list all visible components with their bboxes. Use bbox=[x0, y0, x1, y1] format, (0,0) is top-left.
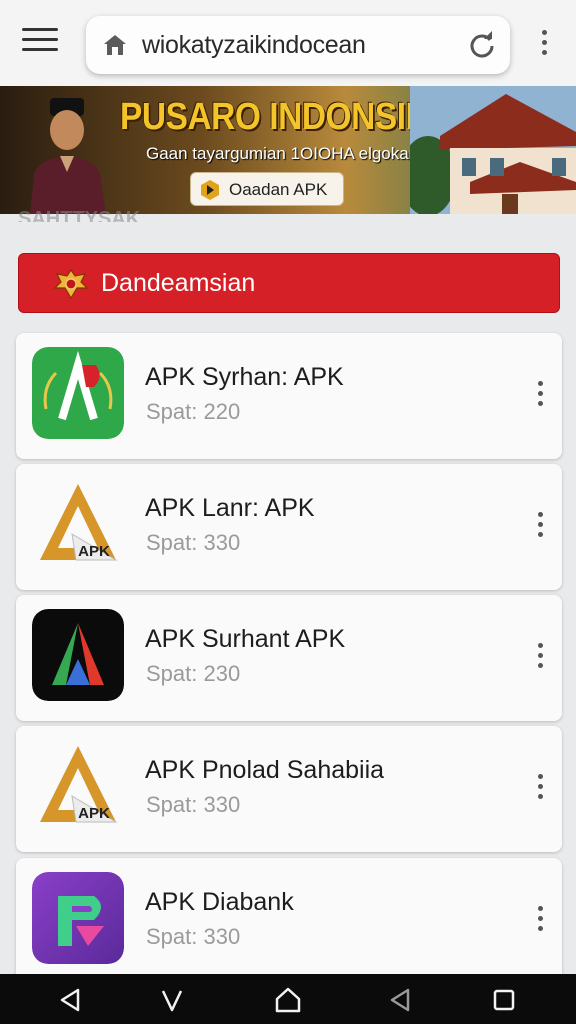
home-icon[interactable] bbox=[274, 986, 302, 1014]
recents-icon[interactable] bbox=[490, 986, 518, 1014]
download-apk-label: Oaadan APK bbox=[229, 180, 328, 199]
gold-triangle-apk-icon: APK bbox=[32, 478, 124, 570]
more-vertical-icon[interactable] bbox=[532, 774, 548, 802]
app-card-2[interactable]: APK APK Lanr: APK Spat: 330 bbox=[16, 464, 562, 590]
url-text[interactable]: wiokatyzaikindocean bbox=[142, 31, 366, 60]
download-badge-icon bbox=[201, 180, 219, 200]
download-apk-button[interactable]: Oaadan APK bbox=[190, 172, 344, 206]
more-vertical-icon[interactable] bbox=[532, 512, 548, 540]
app-name: APK Lanr: APK bbox=[145, 494, 315, 522]
system-nav-bar bbox=[0, 974, 576, 1024]
app-card-3[interactable]: APK Surhant APK Spat: 230 bbox=[16, 595, 562, 721]
app-meta: Spat: 330 bbox=[146, 530, 241, 555]
app-card-5[interactable]: APK Diabank Spat: 330 bbox=[16, 858, 562, 984]
category-header[interactable]: Dandeamsian bbox=[18, 253, 560, 313]
app-name: APK Pnolad Sahabiia bbox=[145, 756, 385, 784]
apk-badge: APK bbox=[78, 543, 110, 560]
house-image bbox=[410, 86, 576, 214]
app-name: APK Diabank bbox=[145, 888, 294, 916]
app-name: APK Syrhan: APK bbox=[145, 363, 344, 391]
gold-triangle-apk-icon: APK bbox=[32, 740, 124, 832]
app-meta: Spat: 230 bbox=[146, 661, 241, 686]
green-a-app-icon bbox=[32, 347, 124, 439]
app-meta: Spat: 330 bbox=[146, 924, 241, 949]
address-bar[interactable]: wiokatyzaikindocean bbox=[86, 16, 510, 74]
app-meta: Spat: 330 bbox=[146, 792, 241, 817]
promo-banner[interactable]: PUSARO INDONSIIN Gaan tayargumian 1OIOHA… bbox=[0, 86, 576, 214]
category-label: Dandeamsian bbox=[101, 269, 256, 297]
garuda-emblem-icon bbox=[53, 268, 89, 300]
black-a-app-icon bbox=[32, 609, 124, 701]
home-icon[interactable] bbox=[102, 33, 128, 57]
section-heading: SAHTTYSAK bbox=[18, 208, 141, 222]
more-vertical-icon[interactable] bbox=[536, 30, 552, 58]
app-card-1[interactable]: APK Syrhan: APK Spat: 220 bbox=[16, 333, 562, 459]
down-icon[interactable] bbox=[158, 986, 186, 1014]
apk-badge: APK bbox=[78, 805, 110, 822]
back-icon[interactable] bbox=[56, 986, 84, 1014]
banner-subtitle: Gaan tayargumian 1OIOHA elgokare: bbox=[146, 144, 429, 163]
hamburger-icon[interactable] bbox=[22, 28, 58, 58]
person-image bbox=[30, 98, 106, 214]
purple-p-app-icon bbox=[32, 872, 124, 964]
banner-title: PUSARO INDONSIIN bbox=[120, 96, 439, 138]
reload-icon[interactable] bbox=[468, 31, 496, 59]
more-vertical-icon[interactable] bbox=[532, 643, 548, 671]
more-vertical-icon[interactable] bbox=[532, 906, 548, 934]
back-outline-icon[interactable] bbox=[386, 986, 414, 1014]
app-card-4[interactable]: APK APK Pnolad Sahabiia Spat: 330 bbox=[16, 726, 562, 852]
app-meta: Spat: 220 bbox=[146, 399, 241, 424]
more-vertical-icon[interactable] bbox=[532, 381, 548, 409]
app-name: APK Surhant APK bbox=[145, 625, 346, 653]
browser-toolbar: wiokatyzaikindocean bbox=[0, 0, 576, 88]
